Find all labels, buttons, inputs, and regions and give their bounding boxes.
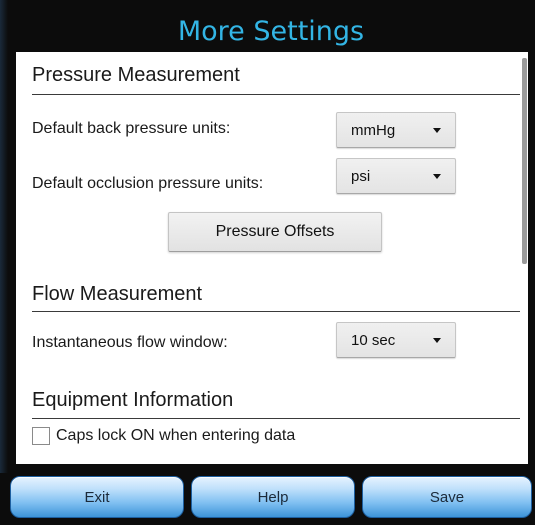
exit-button[interactable]: Exit: [10, 476, 184, 518]
save-button[interactable]: Save: [362, 476, 532, 518]
window-edge: [0, 0, 8, 525]
caps-lock-checkbox[interactable]: [32, 427, 50, 445]
back-pressure-label: Default back pressure units:: [32, 120, 231, 137]
section-header-equipment: Equipment Information: [32, 389, 234, 411]
more-settings-dialog: More Settings Pressure Measurement Defau…: [0, 0, 535, 525]
caps-lock-option[interactable]: Caps lock ON when entering data: [32, 427, 295, 445]
settings-panel[interactable]: Pressure Measurement Default back pressu…: [16, 52, 528, 464]
caps-lock-label[interactable]: Caps lock ON when entering data: [56, 427, 295, 445]
occlusion-pressure-units-select[interactable]: psi: [336, 158, 456, 194]
occlusion-pressure-label: Default occlusion pressure units:: [32, 175, 264, 192]
pressure-offsets-button[interactable]: Pressure Offsets: [168, 212, 382, 252]
flow-window-value: 10 sec: [351, 331, 396, 349]
dropdown-arrow-icon: [433, 128, 441, 133]
section-divider: [32, 94, 520, 95]
back-pressure-units-value: mmHg: [351, 121, 396, 139]
flow-window-label: Instantaneous flow window:: [32, 334, 228, 351]
section-divider: [32, 311, 520, 312]
section-header-flow: Flow Measurement: [32, 283, 203, 305]
help-button[interactable]: Help: [191, 476, 355, 518]
title-bar: More Settings: [14, 10, 528, 52]
action-bar: Exit Help Save: [0, 473, 535, 525]
occlusion-pressure-units-value: psi: [351, 167, 371, 185]
panel-scrollbar[interactable]: [522, 58, 527, 264]
dropdown-arrow-icon: [433, 174, 441, 179]
flow-window-select[interactable]: 10 sec: [336, 322, 456, 358]
back-pressure-units-select[interactable]: mmHg: [336, 112, 456, 148]
section-header-pressure: Pressure Measurement: [32, 64, 240, 86]
dropdown-arrow-icon: [433, 338, 441, 343]
dialog-title: More Settings: [177, 15, 365, 47]
section-divider: [32, 418, 520, 419]
